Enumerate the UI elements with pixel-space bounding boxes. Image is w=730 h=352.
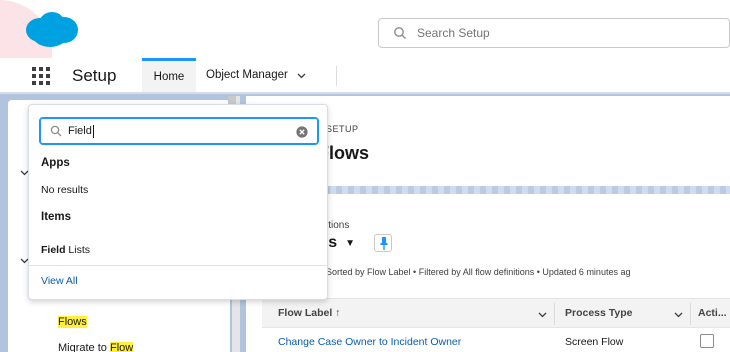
tab-home[interactable]: Home xyxy=(142,58,196,92)
tree-item-flows-label: Flows xyxy=(58,316,87,328)
process-type-cell: Screen Flow xyxy=(565,336,624,348)
tree-item-migrate-to-flow[interactable]: Migrate to Flow xyxy=(58,342,134,352)
search-icon xyxy=(50,125,62,137)
global-search-placeholder: Search Setup xyxy=(417,26,490,40)
navigation-bar: Setup Home Object Manager xyxy=(0,58,730,94)
column-header-flow-label[interactable]: Flow Label ↑ xyxy=(278,307,340,319)
view-all-link[interactable]: View All xyxy=(41,275,78,287)
result-item-rest: Lists xyxy=(65,244,91,256)
global-search-input[interactable]: Search Setup xyxy=(378,18,730,48)
quick-find-dropdown: Field Apps No results Items Field Lists … xyxy=(28,104,328,300)
result-item-match: Field xyxy=(41,244,66,256)
tab-object-manager-label: Object Manager xyxy=(206,69,288,81)
table-header: Flow Label ↑ Process Type Acti... xyxy=(262,298,730,328)
dropdown-divider xyxy=(29,265,327,266)
column-divider xyxy=(690,303,691,325)
breadcrumb[interactable]: SETUP xyxy=(326,124,359,134)
global-header: Search Setup xyxy=(0,0,730,118)
app-launcher-grid-icon[interactable] xyxy=(32,67,50,85)
list-view-subtitle: itions xyxy=(326,220,350,231)
no-results-text: No results xyxy=(41,184,89,196)
chevron-down-icon[interactable] xyxy=(538,310,547,319)
nav-divider xyxy=(336,66,337,86)
text-cursor xyxy=(92,124,94,138)
column-divider xyxy=(554,303,555,325)
clear-icon[interactable] xyxy=(296,126,308,138)
flow-label-link[interactable]: Change Case Owner to Incident Owner xyxy=(278,336,461,348)
active-checkbox[interactable] xyxy=(700,334,714,348)
quick-find-input[interactable]: Field xyxy=(39,117,319,145)
result-item-field-lists[interactable]: Field Lists xyxy=(41,244,90,256)
tree-item-migrate-prefix: Migrate to xyxy=(58,342,110,352)
pin-list-view-button[interactable] xyxy=(374,234,392,252)
tab-home-label: Home xyxy=(153,70,185,83)
tree-item-migrate-match: Flow xyxy=(109,342,134,352)
chevron-down-icon[interactable] xyxy=(674,310,683,319)
tab-object-manager[interactable]: Object Manager xyxy=(206,58,320,92)
result-group-heading-items: Items xyxy=(41,211,72,223)
app-name: Setup xyxy=(72,66,117,85)
column-header-process-type[interactable]: Process Type xyxy=(565,307,633,319)
pin-icon xyxy=(380,237,388,250)
chevron-down-icon[interactable] xyxy=(297,71,306,80)
quick-find-value: Field xyxy=(68,125,92,137)
search-icon xyxy=(394,27,406,39)
tree-item-flows[interactable]: Flows xyxy=(58,316,87,328)
list-view-status: Sorted by Flow Label • Filtered by All f… xyxy=(326,267,631,277)
caret-down-icon[interactable]: ▼ xyxy=(345,238,355,249)
salesforce-cloud-logo[interactable] xyxy=(22,10,80,48)
result-group-heading-apps: Apps xyxy=(41,157,70,169)
column-header-active[interactable]: Acti... xyxy=(698,307,727,319)
